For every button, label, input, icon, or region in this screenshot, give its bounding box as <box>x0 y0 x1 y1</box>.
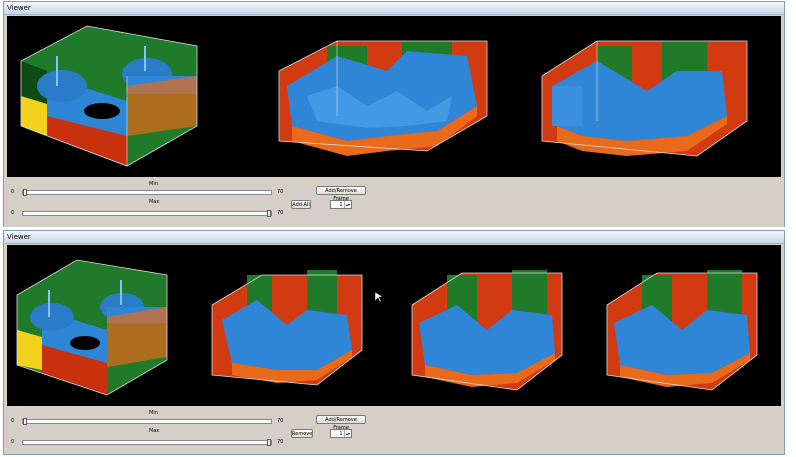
surface-plot-2-4 <box>606 270 758 391</box>
max-right-value: 70 <box>277 439 284 445</box>
frame-spinner-value: 1 <box>339 202 343 208</box>
min-label: Min <box>149 410 158 416</box>
min-right-value: 70 <box>277 418 284 424</box>
min-slider[interactable] <box>22 189 272 196</box>
max-slider-thumb[interactable] <box>267 439 271 446</box>
max-slider[interactable] <box>22 210 272 217</box>
max-left-value: 0 <box>11 439 15 445</box>
frame-spinner[interactable]: 1 ▴▾ <box>330 429 352 438</box>
surface-plot-2-2 <box>211 270 363 386</box>
min-slider[interactable] <box>22 418 272 425</box>
min-left-value: 0 <box>11 418 15 424</box>
min-right-value: 70 <box>277 189 284 195</box>
viewer-2-title: Viewer <box>4 231 784 244</box>
max-left-value: 0 <box>11 210 15 216</box>
viewer-1-3d-canvas[interactable] <box>7 16 781 177</box>
surface-plot-1-3 <box>541 40 748 157</box>
min-left-value: 0 <box>11 189 15 195</box>
viewer-window-2: Viewer Min 0 70 Max 0 70 Add/Remove Fram… <box>3 230 785 455</box>
viewer-2-3d-canvas[interactable] <box>7 245 781 406</box>
remove-button[interactable]: Remove <box>291 429 313 438</box>
min-label: Min <box>149 181 158 187</box>
max-label: Max <box>149 428 160 434</box>
max-label: Max <box>149 199 160 205</box>
add-all-button[interactable]: Add All <box>291 200 311 209</box>
surface-plot-1-1 <box>20 25 198 167</box>
spinner-arrows-icon[interactable]: ▴▾ <box>344 201 351 208</box>
frame-spinner[interactable]: 1 ▴▾ <box>330 200 352 209</box>
viewer-1-title: Viewer <box>4 2 784 15</box>
add-remove-frame-button[interactable]: Add/Remove Frame <box>316 415 366 431</box>
mouse-cursor-icon <box>374 291 384 303</box>
max-right-value: 70 <box>277 210 284 216</box>
min-slider-thumb[interactable] <box>23 189 27 196</box>
surface-plot-2-1 <box>16 259 168 396</box>
surface-plot-1-2 <box>278 40 488 156</box>
surface-plot-2-3 <box>411 270 563 391</box>
min-slider-thumb[interactable] <box>23 418 27 425</box>
spinner-arrows-icon[interactable]: ▴▾ <box>344 430 351 437</box>
max-slider-thumb[interactable] <box>267 210 271 217</box>
viewer-window-1: Viewer Min 0 70 Max 0 70 Add/Remove Fram… <box>3 1 785 227</box>
frame-spinner-value: 1 <box>339 431 343 437</box>
max-slider[interactable] <box>22 439 272 446</box>
viewer-2-controls: Min 0 70 Max 0 70 Add/Remove Frame Remov… <box>4 407 784 454</box>
viewer-1-controls: Min 0 70 Max 0 70 Add/Remove Frame Add A… <box>4 178 784 227</box>
add-remove-frame-button[interactable]: Add/Remove Frame <box>316 186 366 202</box>
